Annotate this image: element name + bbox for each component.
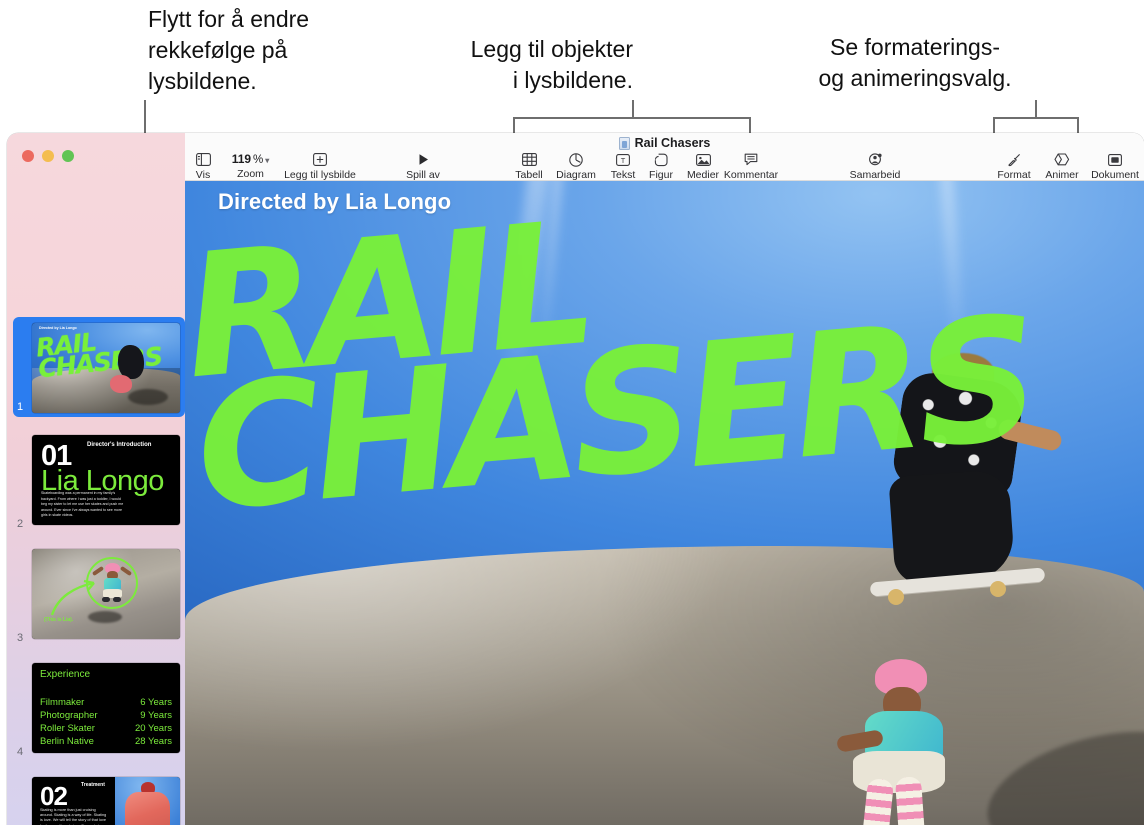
- paintbrush-icon: [1007, 152, 1021, 167]
- sidebar-icon: [195, 152, 211, 167]
- thumb4-heading: Experience: [40, 669, 91, 680]
- plus-box-icon: [313, 152, 327, 167]
- chart-icon: [569, 152, 583, 167]
- keynote-document-icon: [618, 136, 630, 150]
- table-icon: [521, 152, 537, 167]
- leader-bracket-add-objects: [513, 100, 753, 134]
- slide-number-2: 2: [17, 518, 24, 530]
- window-titlebar-left: [7, 133, 185, 181]
- slide-canvas[interactable]: RAIL CHASERS Directed by Lia Longo: [185, 181, 1144, 827]
- table-row: Photographer 9 Years: [40, 709, 172, 722]
- toolbar-label-format: Format: [997, 169, 1031, 181]
- leader-bracket-format-animate: [993, 100, 1081, 134]
- toolbar-button-format[interactable]: Format: [988, 152, 1040, 181]
- media-icon: [695, 152, 711, 167]
- toolbar-label-collaborate: Samarbeid: [849, 169, 901, 181]
- toolbar-label-view: Vis: [195, 169, 211, 181]
- document-icon: [1108, 152, 1122, 167]
- text-box-icon: T: [616, 152, 630, 167]
- slide-thumbnail-3[interactable]: (This is Lia). 3: [7, 549, 185, 644]
- shape-icon: [654, 152, 668, 167]
- comment-icon: [744, 152, 758, 167]
- slide-number-1: 1: [17, 401, 24, 413]
- callout-format-animate: Se formaterings- og animeringsvalg.: [818, 34, 1012, 91]
- window-controls[interactable]: [22, 150, 74, 162]
- toolbar-button-comment[interactable]: Kommentar: [711, 152, 791, 181]
- main-pane: Rail Chasers Vis 119 % ▾ Zoom Legg til l…: [185, 133, 1144, 827]
- diamond-icon: [1054, 152, 1070, 167]
- toolbar-button-collaborate[interactable]: Samarbeid: [837, 152, 913, 181]
- exp-label: Roller Skater: [40, 723, 95, 734]
- exp-value: 6 Years: [140, 697, 172, 708]
- slide-number-3: 3: [17, 632, 24, 644]
- exp-label: Photographer: [40, 710, 98, 721]
- exp-value: 9 Years: [140, 710, 172, 721]
- slide-thumbnail-5[interactable]: 02 Treatment Skating is more than just c…: [7, 777, 185, 827]
- toolbar-label-chart: Diagram: [556, 169, 596, 181]
- slide-thumbnail-4[interactable]: Experience Filmmaker 6 Years Photographe…: [7, 663, 185, 758]
- collaborate-icon: [867, 152, 883, 167]
- toolbar-label-text: Tekst: [610, 169, 636, 181]
- toolbar-label-animate: Animer: [1045, 169, 1079, 181]
- callout-reorder-slides: Flytt for å endre rekkefølge på lysbilde…: [148, 6, 310, 94]
- toolbar-label-shape: Figur: [649, 169, 673, 181]
- toolbar-label-comment: Kommentar: [723, 169, 779, 181]
- slide-thumbnail-2[interactable]: 01 Director's Introduction Lia Longo Ska…: [7, 435, 185, 530]
- table-row: Filmmaker 6 Years: [40, 696, 172, 709]
- toolbar-button-chart[interactable]: Diagram: [545, 152, 607, 181]
- slide-number-4: 4: [17, 746, 24, 758]
- document-title-bar[interactable]: Rail Chasers: [185, 136, 1144, 150]
- keynote-window: Directed by Lia Longo RAIL CHASERS 1 01 …: [7, 133, 1144, 827]
- thumb2-body: Skateboarding was a permanent in my fami…: [41, 491, 124, 518]
- toolbar-label-table: Tabell: [515, 169, 543, 181]
- exp-value: 20 Years: [135, 723, 172, 734]
- exp-value: 28 Years: [135, 736, 172, 747]
- exp-label: Filmmaker: [40, 697, 85, 708]
- toolbar: Rail Chasers Vis 119 % ▾ Zoom Legg til l…: [185, 133, 1144, 181]
- toolbar-label-zoom: Zoom: [237, 168, 264, 180]
- table-row: Roller Skater 20 Years: [40, 722, 172, 735]
- slide-title-text[interactable]: Directed by Lia Longo: [218, 189, 451, 215]
- toolbar-button-animate[interactable]: Animer: [1036, 152, 1088, 181]
- experience-table: Filmmaker 6 Years Photographer 9 Years R…: [40, 696, 172, 748]
- svg-text:T: T: [621, 155, 626, 164]
- slide-thumbnail-1[interactable]: Directed by Lia Longo RAIL CHASERS 1: [7, 317, 185, 417]
- exp-label: Berlin Native: [40, 736, 94, 747]
- close-button[interactable]: [22, 150, 34, 162]
- zoom-value: 119: [231, 152, 252, 166]
- toolbar-button-document[interactable]: Dokument: [1084, 152, 1144, 181]
- document-title: Rail Chasers: [634, 136, 711, 150]
- table-row: Berlin Native 28 Years: [40, 735, 172, 748]
- toolbar-label-play: Spill av: [406, 169, 440, 181]
- toolbar-label-document: Dokument: [1091, 169, 1139, 181]
- toolbar-button-play[interactable]: Spill av: [393, 152, 453, 181]
- toolbar-button-add-slide[interactable]: Legg til lysbilde: [265, 152, 375, 181]
- zoom-button[interactable]: [62, 150, 74, 162]
- thumb2-kicker: Director's Introduction: [87, 442, 152, 448]
- play-icon: [417, 152, 430, 167]
- slide-navigator-sidebar[interactable]: Directed by Lia Longo RAIL CHASERS 1 01 …: [7, 133, 185, 827]
- slide-seated-skater: [813, 659, 978, 827]
- callout-add-objects: Legg til objekter i lysbildene.: [470, 36, 633, 93]
- leader-line-reorder: [144, 100, 148, 134]
- toolbar-label-add-slide: Legg til lysbilde: [284, 169, 356, 181]
- thumb5-kicker: Treatment: [81, 782, 105, 788]
- minimize-button[interactable]: [42, 150, 54, 162]
- thumb3-annotation-label: (This is Lia).: [44, 617, 74, 623]
- zoom-unit: %: [253, 154, 264, 166]
- slide-graffiti-text: RAIL CHASERS: [185, 184, 1040, 550]
